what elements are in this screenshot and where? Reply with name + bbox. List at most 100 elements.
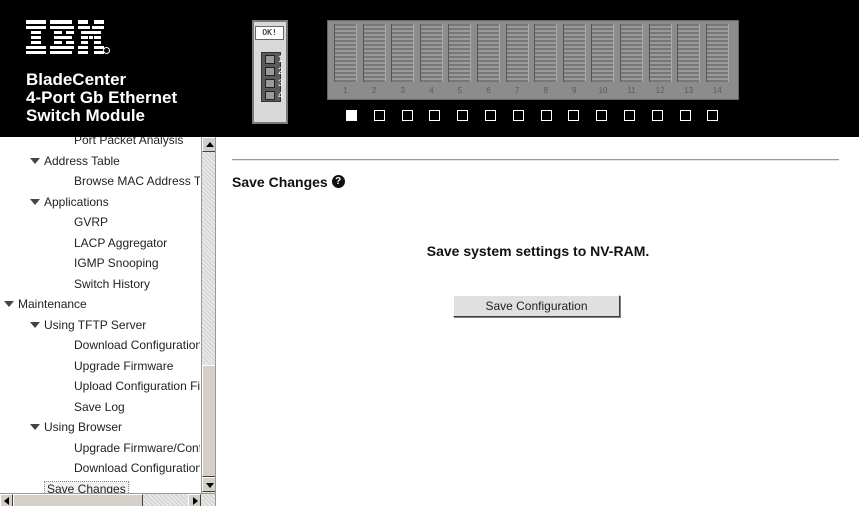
bay-select-box[interactable] (346, 110, 357, 121)
port-number-1: 1 (278, 54, 284, 64)
expand-triangle-icon[interactable] (30, 321, 40, 328)
nav-item-label: Address Table (44, 153, 120, 168)
nav-item-label: Upgrade Firmware/Config (74, 440, 200, 455)
blade-slot (562, 24, 586, 82)
nav-item[interactable]: Save Changes (44, 479, 129, 493)
ibm-logo (26, 20, 104, 54)
blade-slot (591, 24, 615, 82)
nav-item[interactable]: Download Configuration (74, 335, 200, 355)
module-status-label: OK! (255, 26, 284, 40)
blade-slot-number: 10 (598, 86, 608, 95)
nav-item-label: Using TFTP Server (44, 317, 147, 332)
nav-item[interactable]: Download Configuration (74, 458, 200, 478)
nav-item[interactable]: Maintenance (4, 294, 87, 314)
scroll-right-button[interactable] (188, 494, 201, 506)
port-4-icon (265, 91, 275, 100)
help-icon[interactable]: ? (331, 175, 345, 188)
nav-item[interactable]: Applications (30, 192, 109, 212)
navigation-tree: Port Packet Analysis Address Table Browse … (0, 137, 216, 506)
nav-item-label: LACP Aggregator (74, 235, 168, 250)
nav-item-label: Upgrade Firmware (74, 358, 174, 373)
nav-item[interactable]: LACP Aggregator (74, 233, 167, 253)
blade-slot (648, 24, 672, 82)
port-number-2: 2 (278, 66, 284, 76)
brand-line-product: BladeCenter (26, 70, 127, 89)
nav-item[interactable]: Using Browser (30, 417, 122, 437)
blade-slot (362, 24, 386, 82)
nav-item-label: Save Log (74, 399, 125, 414)
blade-slot (505, 24, 529, 82)
port-2-icon (265, 67, 275, 76)
blade-slot (391, 24, 415, 82)
arrow-up-icon (206, 142, 214, 147)
nav-item[interactable]: Upload Configuration File (74, 376, 200, 396)
bay-select-box[interactable] (651, 110, 663, 121)
bay-select-box[interactable] (568, 110, 580, 121)
bay-select-box[interactable] (512, 110, 524, 121)
nav-item[interactable]: Save Log (74, 397, 125, 417)
expand-triangle-icon[interactable] (30, 198, 40, 205)
scroll-up-button[interactable] (202, 137, 215, 152)
nav-item[interactable]: GVRP (74, 212, 108, 232)
bay-select-box[interactable] (485, 110, 496, 121)
blade-slot-number: 7 (514, 86, 520, 95)
bay-select-box[interactable] (540, 110, 552, 121)
main-content: Save Changes? Save system settings to NV… (217, 137, 859, 506)
expand-triangle-icon[interactable] (4, 301, 14, 307)
blade-slot-number: 4 (429, 86, 434, 95)
blade-slot (677, 24, 701, 82)
bay-select-box[interactable] (624, 110, 635, 121)
blade-slot-number: 11 (627, 86, 636, 95)
nav-item[interactable]: IGMP Snooping (74, 253, 159, 273)
nav-item[interactable]: Browse MAC Address Table (74, 171, 200, 191)
port-3-icon (265, 79, 275, 88)
title-divider (232, 159, 839, 161)
bay-select-box[interactable] (457, 110, 469, 121)
horizontal-scrollbar[interactable] (0, 493, 215, 506)
module-port-block: 1 2 3 4 (261, 52, 284, 102)
vertical-scrollbar[interactable] (201, 137, 215, 493)
port-number-3: 3 (278, 78, 284, 88)
blade-slot-number: 14 (712, 86, 722, 95)
horizontal-scroll-thumb[interactable] (13, 494, 143, 506)
blade-slot (705, 24, 729, 82)
scroll-left-button[interactable] (0, 494, 13, 506)
port-1-icon (265, 55, 275, 64)
nav-item[interactable]: Using TFTP Server (30, 315, 146, 335)
blade-slot (534, 24, 558, 82)
expand-triangle-icon[interactable] (30, 424, 40, 430)
arrow-right-icon (193, 497, 198, 505)
bay-select-box[interactable] (707, 110, 719, 121)
header-banner: BladeCenter 4-Port Gb Ethernet Switch Mo… (0, 0, 859, 137)
nav-item-label: Upload Configuration File (74, 379, 200, 393)
expand-triangle-icon[interactable] (30, 157, 40, 164)
nav-item-label: Download Configuration (74, 461, 200, 475)
blade-slot-number: 2 (371, 86, 377, 95)
nav-item-label: Save Changes (44, 480, 129, 493)
nav-item[interactable]: Upgrade Firmware (74, 356, 173, 376)
nav-item[interactable]: Port Packet Analysis (74, 137, 183, 150)
switch-module-graphic: OK! 1 2 3 4 (252, 20, 288, 124)
save-configuration-button[interactable]: Save Configuration (453, 295, 620, 317)
arrow-down-icon (206, 483, 214, 488)
vertical-scroll-thumb[interactable] (202, 365, 215, 477)
bay-select-box[interactable] (373, 110, 385, 121)
brand-line-model: 4-Port Gb Ethernet (26, 88, 178, 107)
blade-slot-number: 5 (457, 86, 463, 95)
bay-select-box[interactable] (429, 110, 441, 121)
bay-select-box[interactable] (679, 110, 691, 121)
save-description: Save system settings to NV-RAM. (426, 243, 650, 259)
nav-item[interactable]: Switch History (74, 274, 150, 294)
registered-mark-icon (103, 47, 110, 54)
scroll-down-button[interactable] (202, 477, 215, 492)
bladecenter-chassis-graphic: 1 2 3 4 5 6 7 8 9 10 11 12 13 14 (327, 20, 739, 100)
nav-item-label: Maintenance (18, 297, 87, 311)
nav-item[interactable]: Upgrade Firmware/Config (74, 438, 200, 458)
blade-slot-number: 3 (400, 86, 405, 95)
bay-select-box[interactable] (596, 110, 608, 121)
nav-item[interactable]: Address Table (30, 151, 120, 171)
blade-slot-number: 8 (543, 86, 548, 95)
bay-select-box[interactable] (401, 110, 413, 121)
nav-item-label: Applications (44, 194, 109, 209)
blade-slot-number: 12 (655, 86, 665, 95)
